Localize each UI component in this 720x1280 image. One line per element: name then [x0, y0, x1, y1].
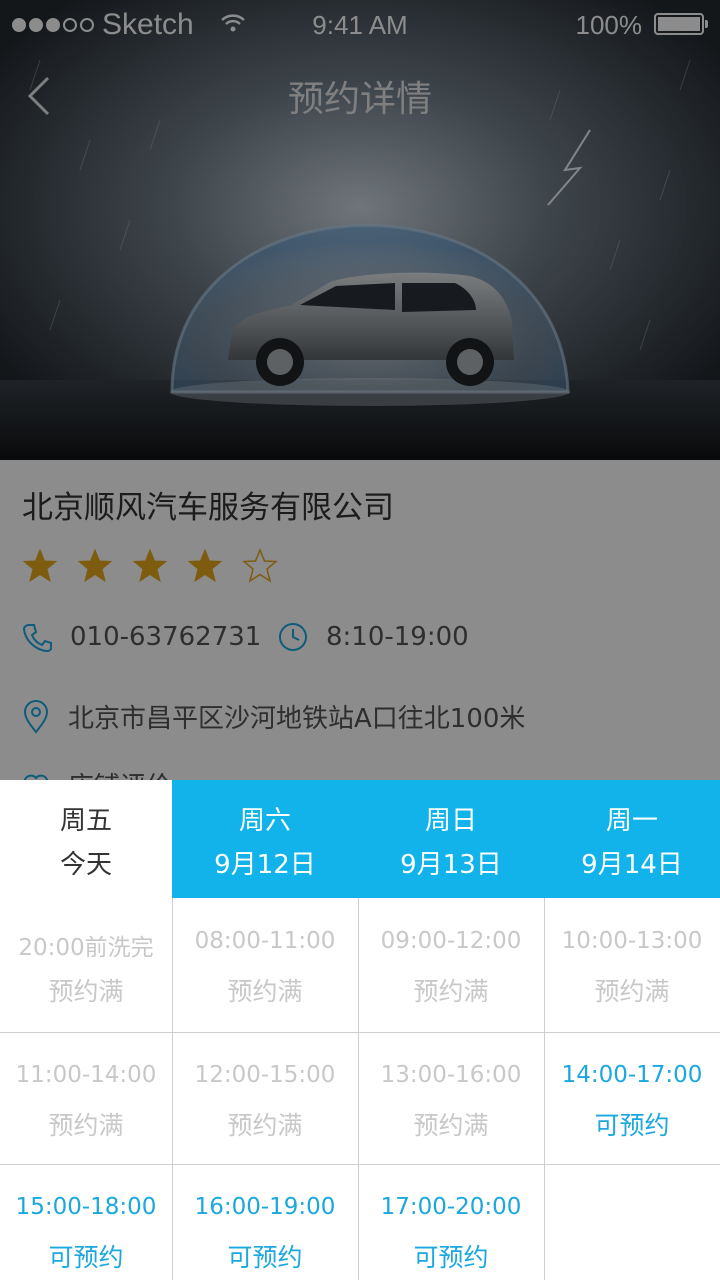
grid-divider — [358, 898, 359, 1280]
time-slot: 12:00-15:00 预约满 — [172, 1032, 358, 1164]
time-slot-status: 预约满 — [413, 977, 489, 1006]
time-slot-range: 12:00-15:00 — [194, 1062, 336, 1088]
day-tab[interactable]: 周五 今天 — [0, 780, 172, 898]
time-slot: 13:00-16:00 预约满 — [358, 1032, 544, 1164]
day-tab[interactable]: 周六 9月12日 — [172, 780, 358, 898]
time-slot-range: 16:00-19:00 — [194, 1194, 336, 1220]
grid-divider — [544, 898, 545, 1280]
time-slot-range: 14:00-17:00 — [561, 1062, 703, 1088]
day-tab-weekday: 周五 — [59, 806, 112, 836]
time-slot[interactable]: 17:00-20:00 可预约 — [358, 1164, 544, 1280]
grid-divider — [0, 1032, 720, 1033]
time-slot-status: 预约满 — [48, 1111, 124, 1140]
time-slot-range: 09:00-12:00 — [380, 928, 522, 954]
day-tab-weekday: 周日 — [424, 806, 477, 836]
time-slot[interactable]: 14:00-17:00 可预约 — [544, 1032, 720, 1164]
day-tab-date: 9月13日 — [400, 850, 502, 880]
grid-divider — [172, 898, 173, 1280]
time-slot: 11:00-14:00 预约满 — [0, 1032, 172, 1164]
time-slot-status: 预约满 — [227, 1111, 303, 1140]
time-slot-range: 13:00-16:00 — [380, 1062, 522, 1088]
day-tab-weekday: 周一 — [605, 806, 658, 836]
time-slot-status: 预约满 — [594, 977, 670, 1006]
day-tab-date: 今天 — [59, 850, 112, 880]
time-slot-status: 可预约 — [227, 1243, 303, 1272]
time-slot-range: 08:00-11:00 — [194, 928, 336, 954]
time-slot: 08:00-11:00 预约满 — [172, 898, 358, 1032]
empty-slot — [544, 1164, 720, 1280]
day-tab-date: 9月12日 — [214, 850, 316, 880]
time-slot: 20:00前洗完 预约满 — [0, 898, 172, 1032]
time-slot-status: 预约满 — [413, 1111, 489, 1140]
time-slot-range: 17:00-20:00 — [380, 1194, 522, 1220]
day-tab-date: 9月14日 — [581, 850, 683, 880]
time-slot-range: 20:00前洗完 — [18, 935, 154, 961]
time-slot-grid: 20:00前洗完 预约满 08:00-11:00 预约满 09:00-12:00 预约满 1… — [0, 898, 720, 1280]
time-slot-status: 可预约 — [48, 1243, 124, 1272]
time-slot-status: 预约满 — [227, 977, 303, 1006]
day-selector: 周五今天 周六 9月12日 周日 9月13日 周一 9月14日 — [0, 780, 720, 898]
time-slot-range: 11:00-14:00 — [15, 1062, 157, 1088]
time-slot-status: 可预约 — [413, 1243, 489, 1272]
time-slot: 10:00-13:00 预约满 — [544, 898, 720, 1032]
grid-divider — [0, 1164, 720, 1165]
time-slot-status: 可预约 — [594, 1111, 670, 1140]
dim-overlay[interactable] — [0, 0, 720, 780]
time-slot-range: 10:00-13:00 — [561, 928, 703, 954]
day-tab[interactable]: 周一 9月14日 — [544, 780, 720, 898]
time-slot[interactable]: 15:00-18:00 可预约 — [0, 1164, 172, 1280]
time-slot-range: 15:00-18:00 — [15, 1194, 157, 1220]
time-slot-status: 预约满 — [48, 977, 124, 1006]
day-tab[interactable]: 周日 9月13日 — [358, 780, 544, 898]
time-slot[interactable]: 16:00-19:00 可预约 — [172, 1164, 358, 1280]
time-slot: 09:00-12:00 预约满 — [358, 898, 544, 1032]
booking-sheet: 周五 今天 周六 9月12日 周日 9月13日 周一 9月14日 20:00前洗完 预约满 08:… — [0, 780, 720, 1280]
day-tab-weekday: 周六 — [238, 806, 291, 836]
